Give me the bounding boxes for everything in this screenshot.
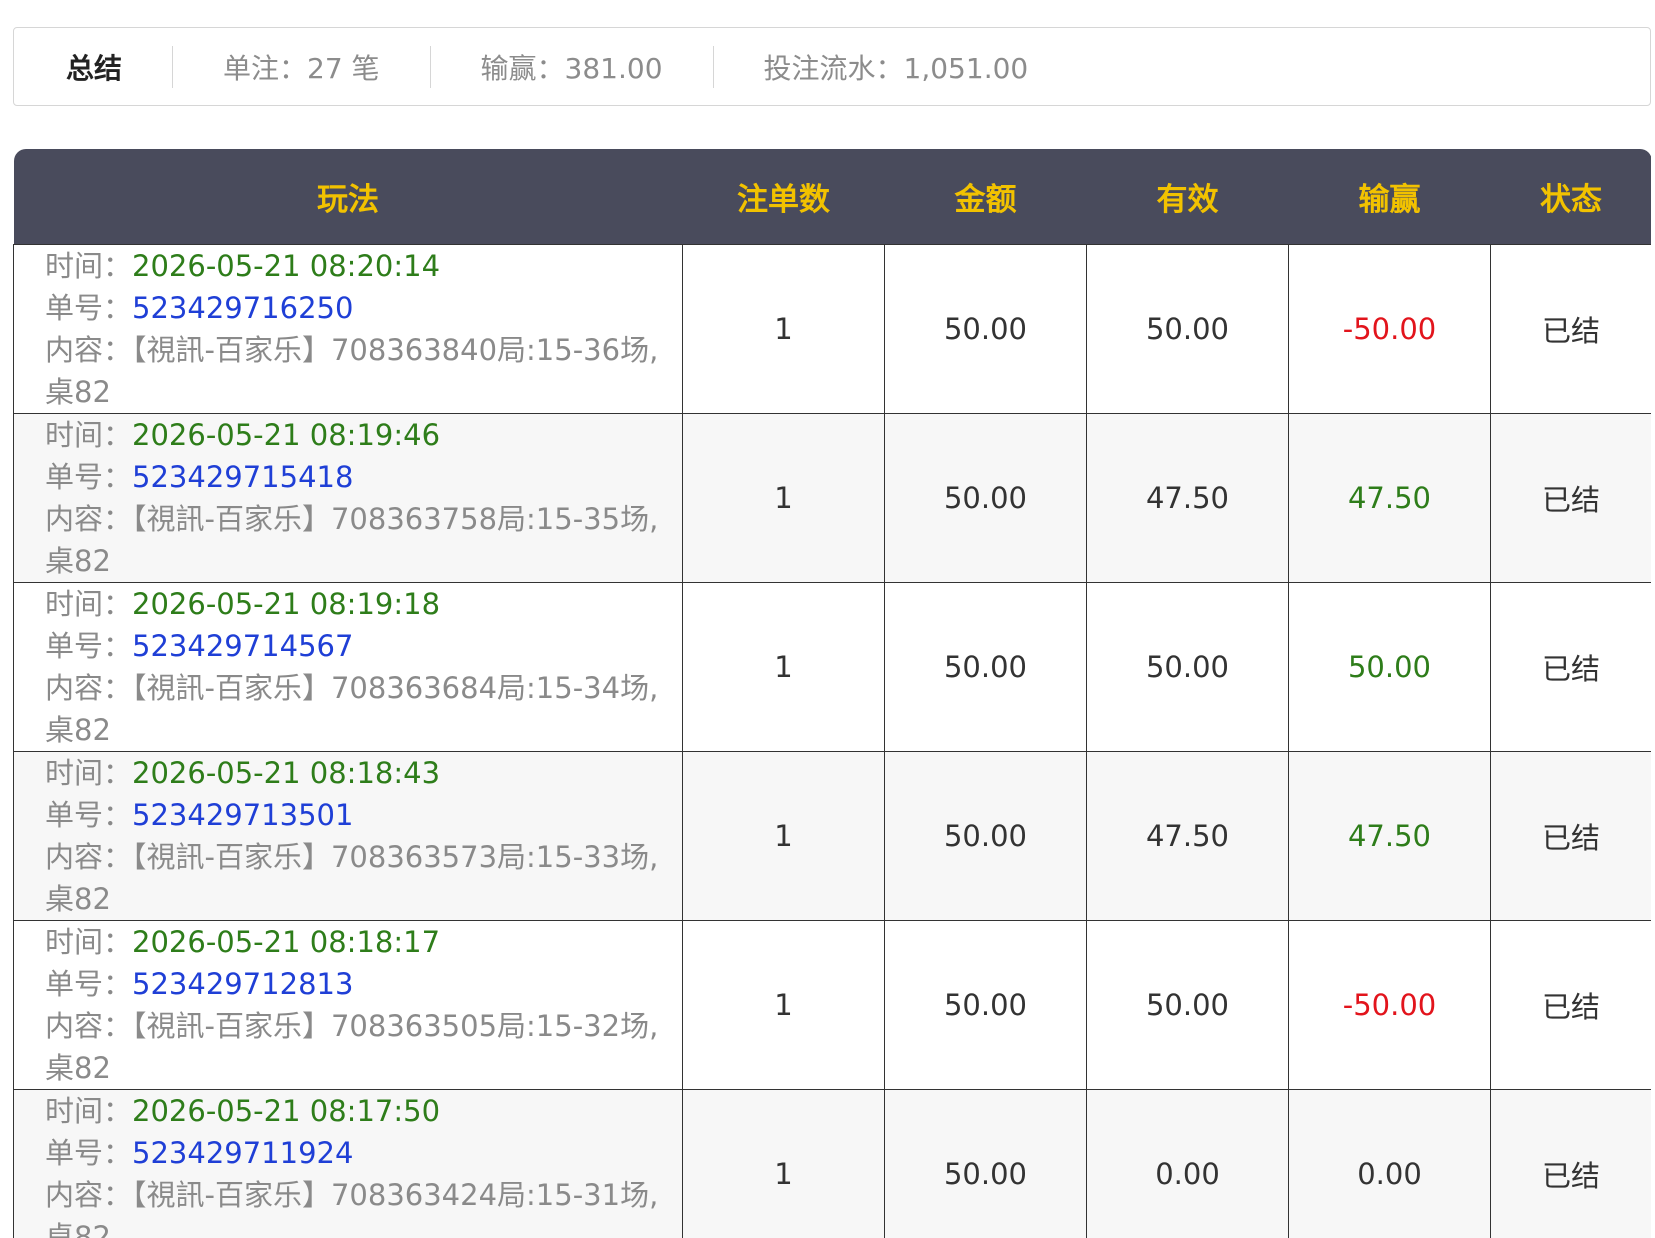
header-play-type: 玩法 bbox=[13, 149, 683, 245]
content-label: 内容： bbox=[45, 333, 133, 367]
status-cell: 已结 bbox=[1490, 244, 1651, 414]
table-row[interactable]: 时间：2026-05-21 08:20:14 单号：523429716250 内… bbox=[13, 244, 1651, 414]
bet-count-cell: 1 bbox=[682, 751, 885, 921]
summary-win-loss: 输赢：381.00 bbox=[480, 51, 663, 85]
order-label: 单号： bbox=[45, 291, 133, 325]
order-label: 单号： bbox=[45, 629, 133, 663]
time-label: 时间： bbox=[45, 249, 133, 283]
header-status: 状态 bbox=[1490, 149, 1651, 245]
table-row[interactable]: 时间：2026-05-21 08:18:17 单号：523429712813 内… bbox=[13, 920, 1651, 1090]
play-info-cell: 时间：2026-05-21 08:18:43 单号：523429713501 内… bbox=[13, 751, 683, 921]
bet-count-cell: 1 bbox=[682, 413, 885, 583]
bet-records-table: 玩法 注单数 金额 有效 输赢 状态 时间：2026-05-21 08:20:1… bbox=[13, 149, 1651, 1238]
win-loss-cell: 47.50 bbox=[1288, 413, 1491, 583]
content-label: 内容： bbox=[45, 671, 133, 705]
header-amount: 金额 bbox=[884, 149, 1087, 245]
summary-bar: 总结 单注：27 笔 输赢：381.00 投注流水：1,051.00 bbox=[13, 27, 1651, 106]
status-cell: 已结 bbox=[1490, 920, 1651, 1090]
bet-content: 【視訊-百家乐】708363573局:15-33场,桌82 bbox=[45, 840, 659, 916]
order-number-link[interactable]: 523429716250 bbox=[132, 291, 353, 325]
order-number-link[interactable]: 523429711924 bbox=[132, 1136, 353, 1170]
bet-content: 【視訊-百家乐】708363424局:15-31场,桌82 bbox=[45, 1178, 659, 1238]
bet-count-cell: 1 bbox=[682, 582, 885, 752]
order-label: 单号： bbox=[45, 798, 133, 832]
order-label: 单号： bbox=[45, 460, 133, 494]
amount-cell: 50.00 bbox=[884, 413, 1087, 583]
table-row[interactable]: 时间：2026-05-21 08:19:46 单号：523429715418 内… bbox=[13, 413, 1651, 583]
table-header-row: 玩法 注单数 金额 有效 输赢 状态 bbox=[13, 149, 1651, 245]
summary-title: 总结 bbox=[66, 51, 123, 85]
bet-content: 【視訊-百家乐】708363758局:15-35场,桌82 bbox=[45, 502, 659, 578]
valid-cell: 50.00 bbox=[1086, 582, 1289, 752]
order-label: 单号： bbox=[45, 967, 133, 1001]
time-label: 时间： bbox=[45, 1094, 133, 1128]
bet-records-table-wrap[interactable]: 玩法 注单数 金额 有效 输赢 状态 时间：2026-05-21 08:20:1… bbox=[13, 149, 1651, 1238]
content-label: 内容： bbox=[45, 502, 133, 536]
valid-cell: 47.50 bbox=[1086, 751, 1289, 921]
play-info-cell: 时间：2026-05-21 08:20:14 单号：523429716250 内… bbox=[13, 244, 683, 414]
bet-time: 2026-05-21 08:19:46 bbox=[132, 418, 441, 452]
win-loss-cell: -50.00 bbox=[1288, 920, 1491, 1090]
play-info-cell: 时间：2026-05-21 08:19:46 单号：523429715418 内… bbox=[13, 413, 683, 583]
bet-content: 【視訊-百家乐】708363840局:15-36场,桌82 bbox=[45, 333, 659, 409]
content-label: 内容： bbox=[45, 1178, 133, 1212]
summary-single-bets: 单注：27 笔 bbox=[223, 51, 380, 85]
amount-cell: 50.00 bbox=[884, 920, 1087, 1090]
bet-time: 2026-05-21 08:17:50 bbox=[132, 1094, 441, 1128]
table-row[interactable]: 时间：2026-05-21 08:18:43 单号：523429713501 内… bbox=[13, 751, 1651, 921]
content-label: 内容： bbox=[45, 1009, 133, 1043]
bet-count-cell: 1 bbox=[682, 244, 885, 414]
play-info-cell: 时间：2026-05-21 08:17:50 单号：523429711924 内… bbox=[13, 1089, 683, 1238]
valid-cell: 47.50 bbox=[1086, 413, 1289, 583]
order-number-link[interactable]: 523429712813 bbox=[132, 967, 353, 1001]
order-number-link[interactable]: 523429713501 bbox=[132, 798, 353, 832]
amount-cell: 50.00 bbox=[884, 244, 1087, 414]
status-cell: 已结 bbox=[1490, 751, 1651, 921]
bet-time: 2026-05-21 08:18:43 bbox=[132, 756, 441, 790]
order-number-link[interactable]: 523429715418 bbox=[132, 460, 353, 494]
summary-turnover: 投注流水：1,051.00 bbox=[763, 51, 1029, 85]
valid-cell: 50.00 bbox=[1086, 244, 1289, 414]
win-loss-cell: 50.00 bbox=[1288, 582, 1491, 752]
play-info-cell: 时间：2026-05-21 08:19:18 单号：523429714567 内… bbox=[13, 582, 683, 752]
win-loss-cell: -50.00 bbox=[1288, 244, 1491, 414]
valid-cell: 0.00 bbox=[1086, 1089, 1289, 1238]
bet-content: 【視訊-百家乐】708363505局:15-32场,桌82 bbox=[45, 1009, 659, 1085]
bet-time: 2026-05-21 08:18:17 bbox=[132, 925, 441, 959]
amount-cell: 50.00 bbox=[884, 582, 1087, 752]
bet-content: 【視訊-百家乐】708363684局:15-34场,桌82 bbox=[45, 671, 659, 747]
time-label: 时间： bbox=[45, 756, 133, 790]
time-label: 时间： bbox=[45, 587, 133, 621]
table-row[interactable]: 时间：2026-05-21 08:17:50 单号：523429711924 内… bbox=[13, 1089, 1651, 1238]
bet-count-cell: 1 bbox=[682, 1089, 885, 1238]
play-info-cell: 时间：2026-05-21 08:18:17 单号：523429712813 内… bbox=[13, 920, 683, 1090]
win-loss-cell: 47.50 bbox=[1288, 751, 1491, 921]
amount-cell: 50.00 bbox=[884, 1089, 1087, 1238]
valid-cell: 50.00 bbox=[1086, 920, 1289, 1090]
amount-cell: 50.00 bbox=[884, 751, 1087, 921]
status-cell: 已结 bbox=[1490, 413, 1651, 583]
order-number-link[interactable]: 523429714567 bbox=[132, 629, 353, 663]
header-valid: 有效 bbox=[1086, 149, 1289, 245]
bet-time: 2026-05-21 08:19:18 bbox=[132, 587, 441, 621]
time-label: 时间： bbox=[45, 925, 133, 959]
header-bet-count: 注单数 bbox=[682, 149, 885, 245]
status-cell: 已结 bbox=[1490, 1089, 1651, 1238]
order-label: 单号： bbox=[45, 1136, 133, 1170]
time-label: 时间： bbox=[45, 418, 133, 452]
win-loss-cell: 0.00 bbox=[1288, 1089, 1491, 1238]
status-cell: 已结 bbox=[1490, 582, 1651, 752]
header-win-loss: 输赢 bbox=[1288, 149, 1491, 245]
table-row[interactable]: 时间：2026-05-21 08:19:18 单号：523429714567 内… bbox=[13, 582, 1651, 752]
bet-time: 2026-05-21 08:20:14 bbox=[132, 249, 441, 283]
content-label: 内容： bbox=[45, 840, 133, 874]
bet-count-cell: 1 bbox=[682, 920, 885, 1090]
